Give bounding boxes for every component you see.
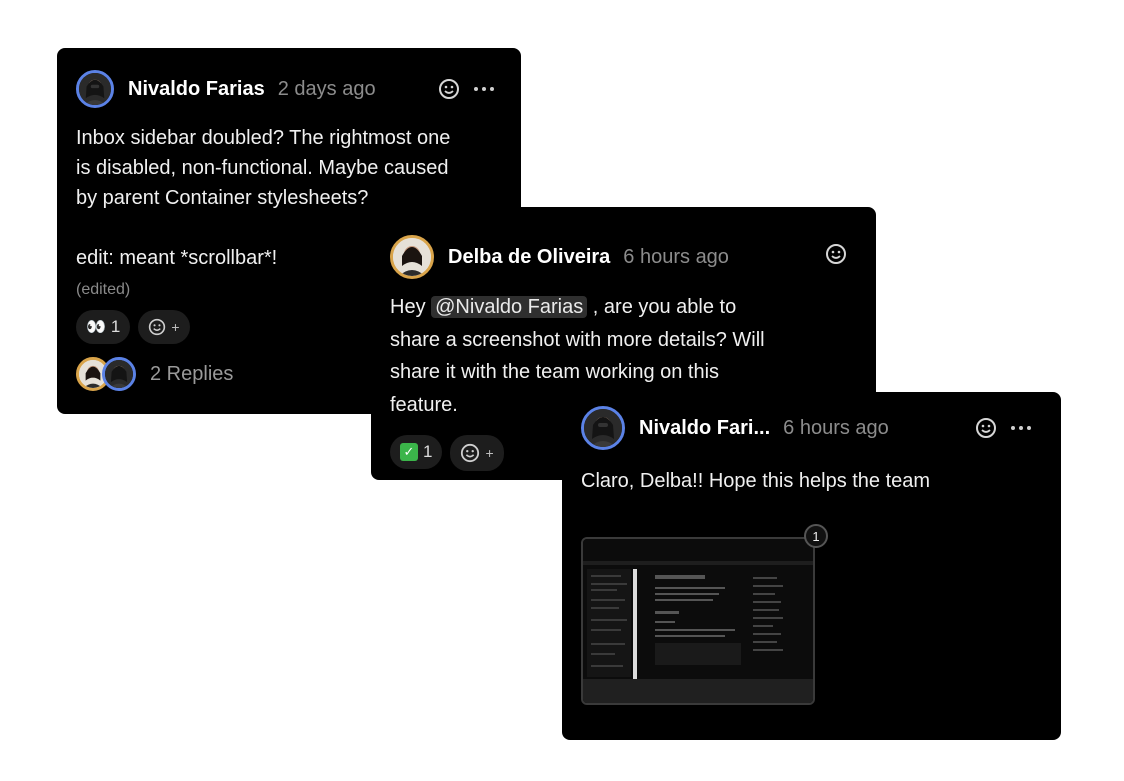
author-name[interactable]: Nivaldo Fari...	[639, 417, 770, 440]
comment-header: Nivaldo Farias 2 days ago	[76, 70, 376, 108]
more-horizontal-icon[interactable]	[1011, 426, 1031, 430]
comment-card-nivaldo-2: Nivaldo Fari... 6 hours ago Claro, Delba…	[562, 392, 1061, 740]
comment-header: Nivaldo Fari... 6 hours ago	[581, 406, 889, 450]
author-name[interactable]: Nivaldo Farias	[128, 78, 265, 101]
emoji-smile-icon[interactable]	[825, 243, 847, 265]
edited-label: (edited)	[76, 281, 131, 298]
attachment-count-badge: 1	[804, 524, 828, 548]
eyes-emoji: 👀	[86, 319, 106, 336]
timestamp: 6 hours ago	[783, 416, 889, 439]
comment-actions	[975, 417, 1031, 439]
attachment-thumbnail[interactable]	[581, 537, 815, 705]
emoji-smile-icon	[461, 443, 480, 463]
user-mention[interactable]: @Nivaldo Farias	[431, 296, 588, 318]
plus-label: +	[171, 319, 180, 335]
emoji-smile-icon[interactable]	[975, 417, 997, 439]
plus-label: +	[485, 445, 494, 461]
reaction-eyes[interactable]: 👀 1	[76, 310, 131, 344]
add-reaction-button[interactable]: +	[138, 310, 190, 344]
timestamp: 6 hours ago	[623, 245, 729, 268]
reactions-row: 👀 1 +	[76, 310, 190, 344]
reactions-row: ✓ 1 +	[390, 435, 504, 471]
body-prefix: Hey	[390, 296, 432, 318]
avatar[interactable]	[581, 406, 625, 450]
comment-actions	[825, 243, 847, 265]
emoji-smile-icon[interactable]	[438, 78, 460, 100]
comment-actions	[438, 78, 494, 100]
avatar[interactable]	[76, 70, 114, 108]
avatar	[102, 357, 136, 391]
replies-link[interactable]: 2 Replies	[76, 357, 233, 391]
check-mark-emoji: ✓	[400, 443, 418, 461]
comment-body: Claro, Delba!! Hope this helps the team	[581, 470, 931, 492]
reaction-count: 1	[423, 442, 433, 461]
replies-count: 2 Replies	[150, 362, 234, 385]
author-name[interactable]: Delba de Oliveira	[448, 246, 610, 269]
add-reaction-button[interactable]: +	[450, 435, 504, 471]
reaction-count: 1	[110, 317, 121, 336]
emoji-smile-icon	[149, 318, 166, 336]
reaction-check[interactable]: ✓ 1	[390, 435, 443, 469]
avatar[interactable]	[390, 235, 434, 279]
timestamp: 2 days ago	[277, 77, 376, 100]
comment-header: Delba de Oliveira 6 hours ago	[390, 235, 729, 279]
more-horizontal-icon[interactable]	[474, 87, 494, 91]
